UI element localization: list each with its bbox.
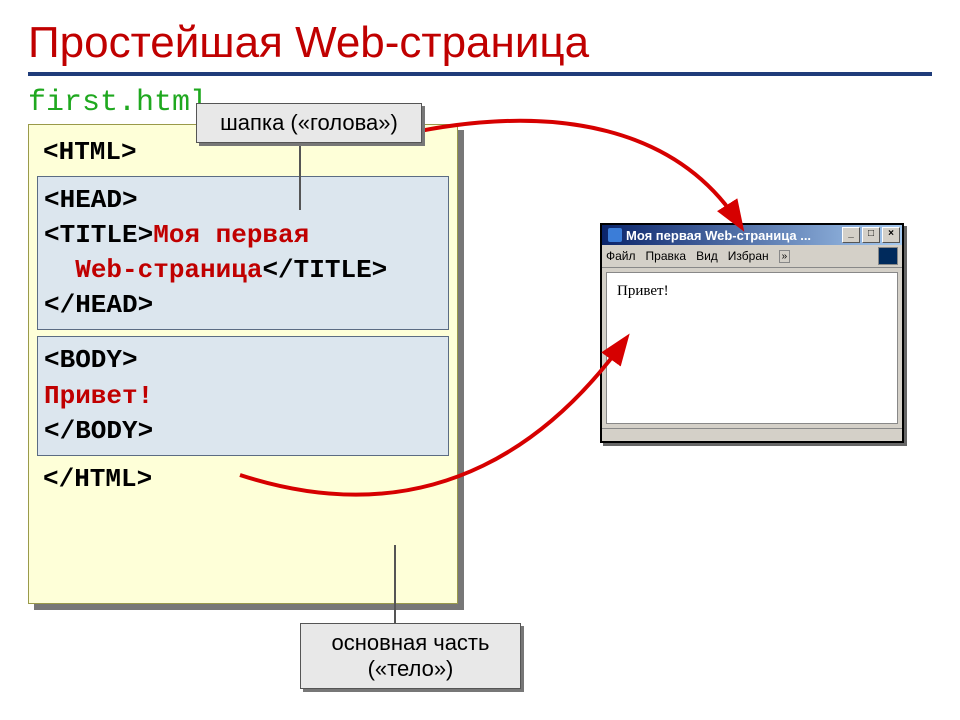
code-body-text: Привет!	[44, 379, 442, 414]
maximize-button[interactable]: □	[862, 227, 880, 243]
menu-file[interactable]: Файл	[606, 249, 636, 263]
filename-label: first.html	[28, 86, 932, 120]
code-example: <HTML> <HEAD> <TITLE>Моя первая Web-стра…	[28, 124, 458, 604]
code-box: <HTML> <HEAD> <TITLE>Моя первая Web-стра…	[28, 124, 458, 604]
code-head-close: </HEAD>	[44, 288, 442, 323]
callout-head: шапка («голова»)	[196, 103, 422, 143]
code-title-line2: Web-страница</TITLE>	[44, 253, 442, 288]
code-head-block: <HEAD> <TITLE>Моя первая Web-страница</T…	[37, 176, 449, 330]
browser-titlebar: Моя первая Web-страница ... _ □ ×	[602, 225, 902, 245]
menu-view[interactable]: Вид	[696, 249, 718, 263]
code-body-open: <BODY>	[44, 343, 442, 378]
browser-window: Моя первая Web-страница ... _ □ × Файл П…	[600, 223, 904, 443]
menu-more-icon[interactable]: »	[779, 250, 791, 263]
browser-title: Моя первая Web-страница ...	[626, 228, 840, 243]
slide-title: Простейшая Web-страница	[28, 18, 932, 76]
page-text: Привет!	[617, 283, 669, 299]
browser-menubar: Файл Правка Вид Избран »	[602, 245, 902, 268]
slide: Простейшая Web-страница first.html <HTML…	[0, 0, 960, 720]
code-title-line1: <TITLE>Моя первая	[44, 218, 442, 253]
ie-logo-icon	[878, 247, 898, 265]
code-body-block: <BODY> Привет! </BODY>	[37, 336, 449, 455]
code-body-close: </BODY>	[44, 414, 442, 449]
menu-edit[interactable]: Правка	[646, 249, 687, 263]
code-head-open: <HEAD>	[44, 183, 442, 218]
code-html-close: </HTML>	[43, 462, 443, 497]
ie-icon	[608, 228, 622, 242]
browser-content: Привет!	[606, 272, 898, 424]
menu-favorites[interactable]: Избран	[728, 249, 769, 263]
close-button[interactable]: ×	[882, 227, 900, 243]
browser-statusbar	[602, 428, 902, 441]
minimize-button[interactable]: _	[842, 227, 860, 243]
callout-body: основная часть («тело»)	[300, 623, 521, 689]
